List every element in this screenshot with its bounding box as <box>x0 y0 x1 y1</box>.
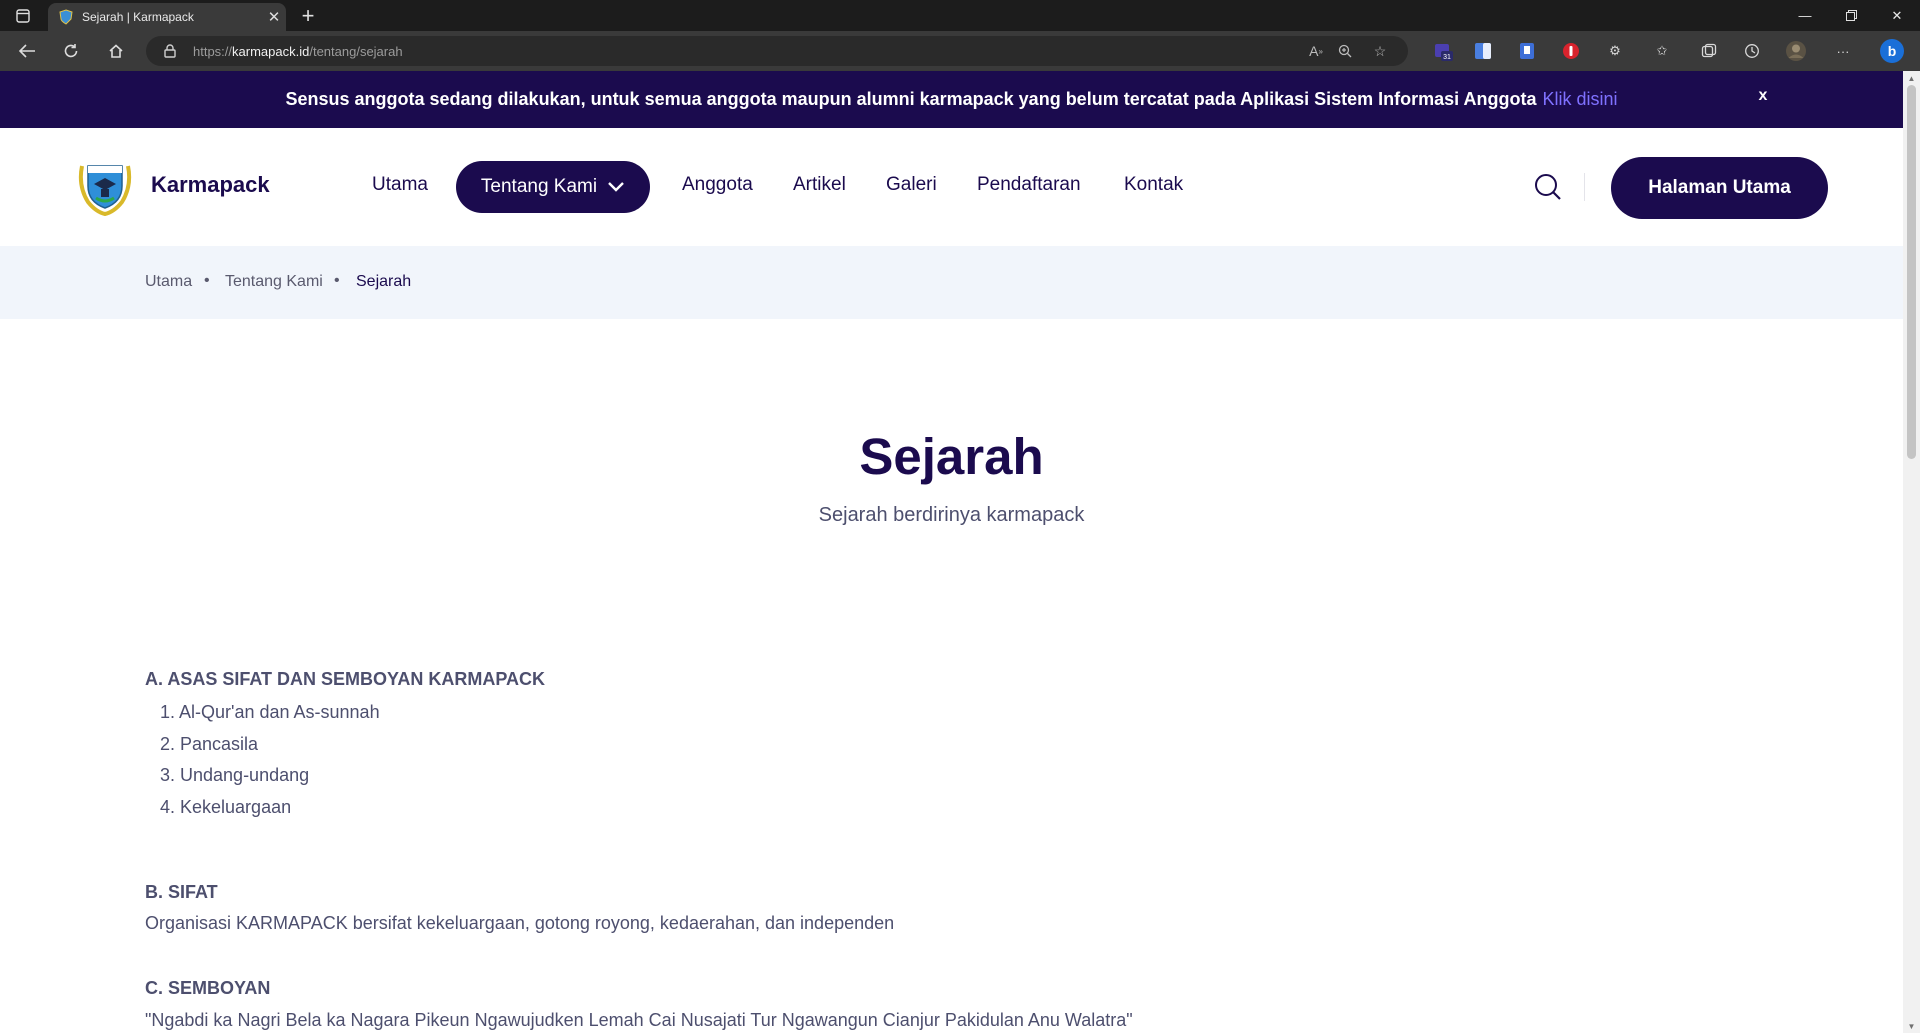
announcement-text: Sensus anggota sedang dilakukan, untuk s… <box>285 89 1537 109</box>
breadcrumb-utama[interactable]: Utama <box>145 273 192 291</box>
adblock-extension-icon[interactable] <box>1558 39 1584 63</box>
browser-tab-active[interactable]: Sejarah | Karmapack ✕ <box>48 3 286 31</box>
list-item: 1. Al-Qur'an dan As-sunnah <box>160 702 380 722</box>
extensions-icon[interactable]: ⚙ <box>1602 39 1628 63</box>
lock-icon[interactable] <box>158 40 182 62</box>
settings-more-icon[interactable]: ··· <box>1830 39 1856 63</box>
site-favicon-icon <box>59 9 73 25</box>
tab-close-icon[interactable]: ✕ <box>262 8 286 26</box>
section-b-heading: B. SIFAT <box>145 882 218 902</box>
home-icon[interactable] <box>101 37 131 65</box>
back-icon[interactable] <box>12 37 42 65</box>
scroll-up-icon[interactable]: ▲ <box>1903 71 1920 85</box>
add-favorite-icon[interactable]: ☆ <box>1368 40 1392 62</box>
breadcrumb-tentang-kami[interactable]: Tentang Kami <box>225 273 323 291</box>
breadcrumb-separator: • <box>334 272 340 289</box>
browser-toolbar: https://karmapack.id/tentang/sejarah A» … <box>0 31 1920 71</box>
svg-text:31: 31 <box>1443 54 1451 61</box>
restore-icon[interactable] <box>1828 0 1874 31</box>
nav-pendaftaran[interactable]: Pendaftaran <box>977 174 1081 196</box>
browser-tab-bar: Sejarah | Karmapack ✕ + — ✕ <box>0 0 1920 31</box>
translate-extension-icon[interactable] <box>1470 39 1496 63</box>
chevron-down-icon <box>608 182 624 192</box>
breadcrumb: Utama • Tentang Kami • Sejarah <box>0 246 1903 319</box>
site-header: Karmapack Utama Tentang Kami Anggota Art… <box>0 128 1903 246</box>
zoom-icon[interactable] <box>1333 40 1357 62</box>
section-c-text: "Ngabdi ka Nagri Bela ka Nagara Pikeun N… <box>145 1010 1133 1030</box>
nav-kontak[interactable]: Kontak <box>1124 174 1183 196</box>
tab-actions-icon[interactable] <box>0 0 46 31</box>
karmapack-logo[interactable] <box>74 156 136 218</box>
bookmark-extension-icon[interactable] <box>1514 39 1540 63</box>
nav-tentang-kami-label: Tentang Kami <box>480 176 598 197</box>
history-icon[interactable] <box>1739 39 1765 63</box>
nav-artikel[interactable]: Artikel <box>793 174 846 196</box>
scroll-down-icon[interactable]: ▼ <box>1903 1019 1920 1033</box>
nav-utama[interactable]: Utama <box>372 174 428 196</box>
list-item: 2. Pancasila <box>160 734 259 754</box>
url-text[interactable]: https://karmapack.id/tentang/sejarah <box>193 44 403 59</box>
bing-copilot-icon[interactable]: b <box>1877 36 1907 66</box>
refresh-icon[interactable] <box>56 37 86 65</box>
minimize-icon[interactable]: — <box>1782 0 1828 31</box>
halaman-utama-button[interactable]: Halaman Utama <box>1611 157 1828 219</box>
nav-anggota[interactable]: Anggota <box>682 174 753 196</box>
announcement-link[interactable]: Klik disini <box>1542 89 1617 110</box>
breadcrumb-current: Sejarah <box>356 273 412 290</box>
breadcrumb-separator: • <box>204 272 210 289</box>
brand-name[interactable]: Karmapack <box>151 172 270 198</box>
read-aloud-icon[interactable]: A» <box>1304 40 1328 62</box>
announcement-bar: Sensus anggota sedang dilakukan, untuk s… <box>0 71 1903 128</box>
list-item: 3. Undang-undang <box>160 765 310 785</box>
new-tab-icon[interactable]: + <box>294 3 322 29</box>
svg-text:b: b <box>1888 43 1897 59</box>
favorites-icon[interactable]: ✩ <box>1649 39 1675 63</box>
list-item: 4. Kekeluargaan <box>160 797 292 817</box>
section-a-heading: A. ASAS SIFAT DAN SEMBOYAN KARMAPACK <box>145 669 546 689</box>
page-scrollbar[interactable]: ▲ ▼ <box>1903 71 1920 1033</box>
page-title: Sejarah <box>859 428 1044 485</box>
profile-avatar[interactable] <box>1783 39 1809 63</box>
page-viewport: Sensus anggota sedang dilakukan, untuk s… <box>0 71 1903 1033</box>
section-b-text: Organisasi KARMAPACK bersifat kekeluarga… <box>145 913 895 933</box>
page-subtitle: Sejarah berdirinya karmapack <box>818 504 1085 526</box>
section-c-heading: C. SEMBOYAN <box>145 978 271 998</box>
window-close-icon[interactable]: ✕ <box>1874 0 1920 31</box>
address-bar[interactable]: https://karmapack.id/tentang/sejarah A» … <box>146 36 1408 66</box>
nav-galeri[interactable]: Galeri <box>886 174 937 196</box>
tab-title: Sejarah | Karmapack <box>82 10 194 24</box>
scrollbar-thumb[interactable] <box>1907 85 1916 459</box>
search-icon[interactable] <box>1533 172 1563 202</box>
nav-tentang-kami[interactable]: Tentang Kami <box>456 161 650 213</box>
header-divider <box>1584 173 1585 201</box>
calendar-extension-icon[interactable]: 31 <box>1430 39 1456 63</box>
announcement-close-button[interactable]: x <box>1753 87 1773 105</box>
collections-icon[interactable] <box>1696 39 1722 63</box>
